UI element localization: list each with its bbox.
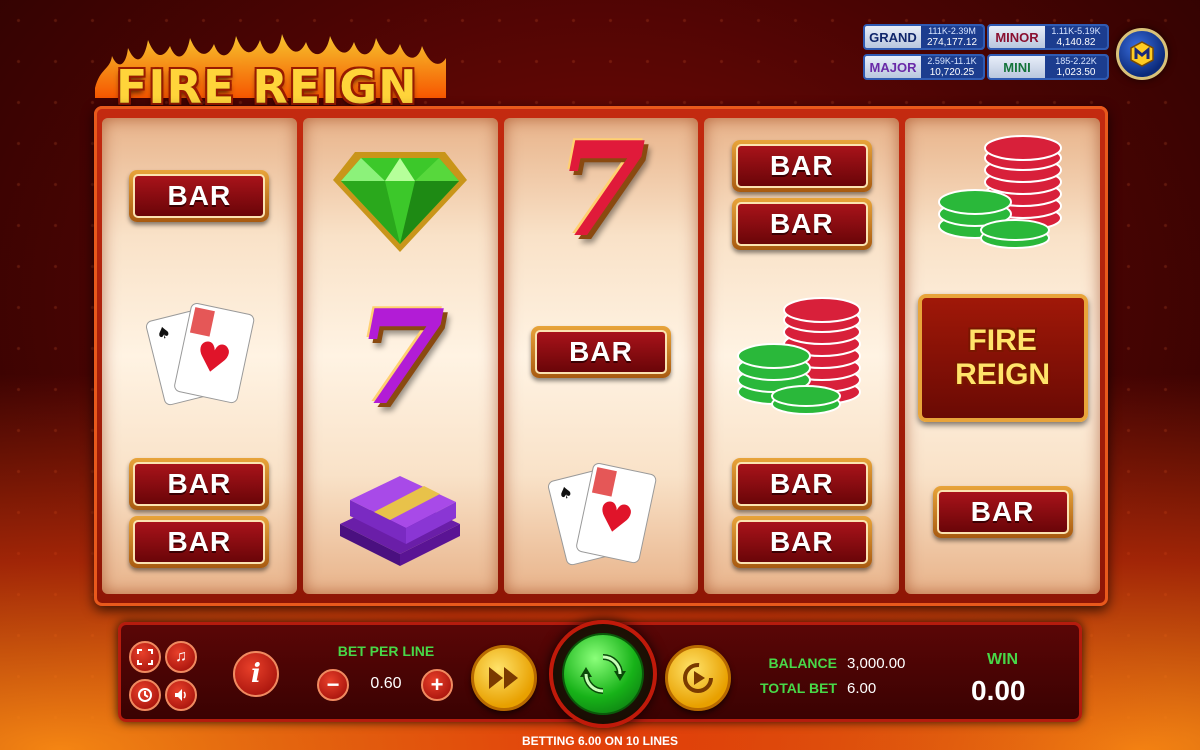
bar-symbol: BAR (731, 516, 872, 568)
bet-increase-button[interactable]: + (421, 669, 453, 701)
green-diamond-icon (333, 152, 468, 252)
bar-symbol: BAR (932, 486, 1073, 538)
bet-decrease-button[interactable]: − (317, 669, 349, 701)
bet-per-line-value: 0.60 (370, 675, 402, 692)
history-clock-icon (138, 688, 152, 702)
jackpot-grand-amount: 274,177.12 (926, 37, 978, 48)
turbo-button[interactable] (471, 645, 537, 711)
autoplay-button[interactable] (665, 645, 731, 711)
chips-symbol (933, 134, 1073, 254)
reel-5: FIRE REIGN BAR (905, 118, 1100, 594)
total-bet-label: TOTAL BET (760, 680, 837, 696)
balance-label: BALANCE (768, 655, 837, 671)
bar-symbol: BAR (129, 170, 270, 222)
betting-summary: BETTING 6.00 ON 10 LINES (521, 734, 679, 748)
cards-symbol: ♠ ♥ (536, 454, 666, 574)
music-note-icon: ♫ (175, 648, 187, 665)
music-button[interactable]: ♫ (165, 641, 197, 673)
autoplay-icon (683, 663, 713, 693)
chips-symbol (732, 296, 872, 416)
reel-1: BAR ♠ ♥ BAR BAR (102, 118, 297, 594)
game-logo: FIRE REIGN (90, 18, 470, 114)
fire-reign-line2: REIGN (955, 358, 1051, 391)
jackpot-mini-range: 185-2.22K (1055, 56, 1097, 66)
jackpot-minor-range: 1.11K-5.19K (1051, 26, 1101, 36)
playing-cards-icon: ♠ ♥ (547, 462, 657, 566)
jackpot-major-amount: 10,720.25 (929, 67, 975, 78)
cards-symbol: ♠ ♥ (134, 294, 264, 414)
jackpot-panel: GRAND 111K-2.39M 274,177.12 MINOR 1.11K-… (863, 24, 1113, 82)
fullscreen-button[interactable] (129, 641, 161, 673)
sound-button[interactable] (165, 679, 197, 711)
win-label: WIN (987, 651, 1019, 668)
diamond-symbol (325, 134, 475, 254)
speaker-icon (175, 689, 186, 701)
red-seven-symbol: 7 (555, 118, 647, 266)
win-value: 0.00 (971, 675, 1026, 706)
spin-arrows-icon (580, 654, 626, 694)
control-bar: ♫ i BET PER LINE − 0.60 + BALANCE 3,000.… (118, 620, 1082, 728)
bar-symbol: BAR (129, 516, 270, 568)
menu-button[interactable] (1116, 28, 1168, 80)
info-button[interactable]: i (233, 651, 279, 697)
casino-chips-icon (736, 297, 861, 415)
jackpot-mini-amount: 1,023.50 (1056, 67, 1096, 78)
bar-symbol: BAR (731, 140, 872, 192)
playing-cards-icon: ♠ ♥ (146, 302, 255, 406)
casino-chips-icon (937, 135, 1062, 249)
bar-symbol: BAR (731, 458, 872, 510)
fire-reign-wild-symbol: FIRE REIGN (917, 294, 1088, 422)
reel-frame: BAR ♠ ♥ BAR BAR 7 7 BAR ♠ ♥ BAR BAR BAR … (94, 106, 1108, 606)
jackpot-minor-label: MINOR (995, 29, 1039, 45)
balance-value: 3,000.00 (847, 655, 906, 672)
jackpot-major-label: MAJOR (869, 59, 917, 75)
history-button[interactable] (129, 679, 161, 711)
bet-per-line-label: BET PER LINE (337, 643, 435, 659)
fullscreen-icon (137, 649, 153, 665)
bar-symbol: BAR (731, 198, 872, 250)
jackpot-grand-range: 111K-2.39M (928, 26, 976, 36)
total-bet-value: 6.00 (847, 680, 877, 697)
jackpot-minor-amount: 4,140.82 (1056, 37, 1096, 48)
cash-symbol (330, 454, 470, 574)
cash-stack-icon (340, 476, 461, 566)
fast-forward-icon (489, 667, 518, 689)
jackpot-minor: MINOR 1.11K-5.19K 4,140.82 (987, 24, 1109, 50)
reel-2: 7 (302, 118, 498, 594)
brand-logo-icon (1130, 41, 1154, 67)
reel-3: 7 BAR ♠ ♥ (503, 118, 699, 594)
jackpot-grand-label: GRAND (869, 29, 917, 45)
spin-button[interactable] (549, 620, 657, 728)
jackpot-mini-label: MINI (1003, 59, 1031, 75)
jackpot-major: MAJOR 2.59K-11.1K 10,720.25 (863, 54, 985, 80)
bar-symbol: BAR (530, 326, 671, 378)
jackpot-mini: MINI 185-2.22K 1,023.50 (987, 54, 1109, 80)
bar-symbol: BAR (129, 458, 270, 510)
jackpot-major-range: 2.59K-11.1K (927, 56, 977, 66)
fire-reign-line1: FIRE (968, 324, 1037, 357)
jackpot-grand: GRAND 111K-2.39M 274,177.12 (863, 24, 985, 50)
purple-seven-symbol: 7 (354, 281, 446, 434)
reel-4: BAR BAR BAR BAR (704, 118, 900, 594)
